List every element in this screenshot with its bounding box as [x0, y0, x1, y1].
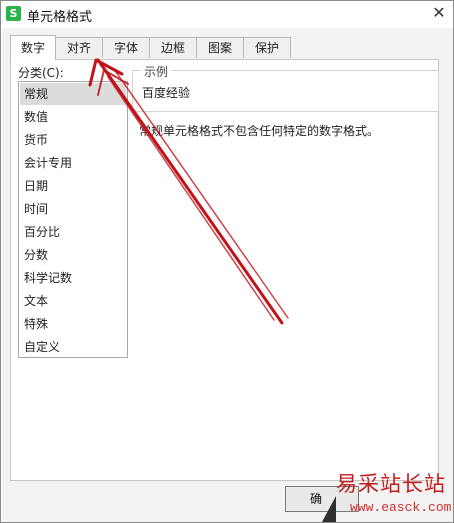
category-item-text[interactable]: 文本 — [20, 290, 126, 312]
tab-border[interactable]: 边框 — [149, 37, 197, 58]
tab-pattern[interactable]: 图案 — [196, 37, 244, 58]
sample-value: 百度经验 — [142, 86, 191, 100]
tab-number[interactable]: 数字 — [10, 35, 56, 60]
watermark-url: www.easck.com — [350, 500, 452, 515]
category-item-special[interactable]: 特殊 — [20, 313, 126, 335]
category-item-general[interactable]: 常规 — [20, 83, 126, 105]
category-item-custom[interactable]: 自定义 — [20, 336, 126, 358]
category-item-time[interactable]: 时间 — [20, 198, 126, 220]
category-item-fraction[interactable]: 分数 — [20, 244, 126, 266]
format-cells-dialog: S 单元格格式 ✕ 数字 对齐 字体 边框 图案 保护 分类(C): 常规 数值… — [0, 0, 454, 523]
category-item-scientific[interactable]: 科学记数 — [20, 267, 126, 289]
watermark-text: 易采站长站 — [336, 472, 446, 496]
tab-alignment[interactable]: 对齐 — [55, 37, 103, 58]
category-label: 分类(C): — [18, 66, 64, 80]
category-listbox[interactable]: 常规 数值 货币 会计专用 日期 时间 百分比 分数 科学记数 文本 特殊 自定… — [18, 81, 128, 358]
category-item-currency[interactable]: 货币 — [20, 129, 126, 151]
tab-protection[interactable]: 保护 — [243, 37, 291, 58]
site-watermark: 易采站长站 www.easck.com — [330, 468, 452, 520]
dialog-title: 单元格格式 — [27, 10, 93, 25]
close-icon[interactable]: ✕ — [431, 4, 447, 22]
title-bar: S 单元格格式 ✕ — [1, 1, 453, 27]
category-item-percentage[interactable]: 百分比 — [20, 221, 126, 243]
category-item-accounting[interactable]: 会计专用 — [20, 152, 126, 174]
dialog-body: 数字 对齐 字体 边框 图案 保护 分类(C): 常规 数值 货币 会计专用 日… — [2, 28, 453, 522]
category-item-number[interactable]: 数值 — [20, 106, 126, 128]
sample-group: 示例 百度经验 — [132, 63, 439, 112]
number-tab-panel: 分类(C): 常规 数值 货币 会计专用 日期 时间 百分比 分数 科学记数 文… — [10, 59, 439, 481]
wps-spreadsheet-icon: S — [6, 6, 21, 21]
tab-font[interactable]: 字体 — [102, 37, 150, 58]
sample-group-title: 示例 — [141, 63, 172, 80]
category-item-date[interactable]: 日期 — [20, 175, 126, 197]
format-description: 常规单元格格式不包含任何特定的数字格式。 — [139, 124, 380, 138]
